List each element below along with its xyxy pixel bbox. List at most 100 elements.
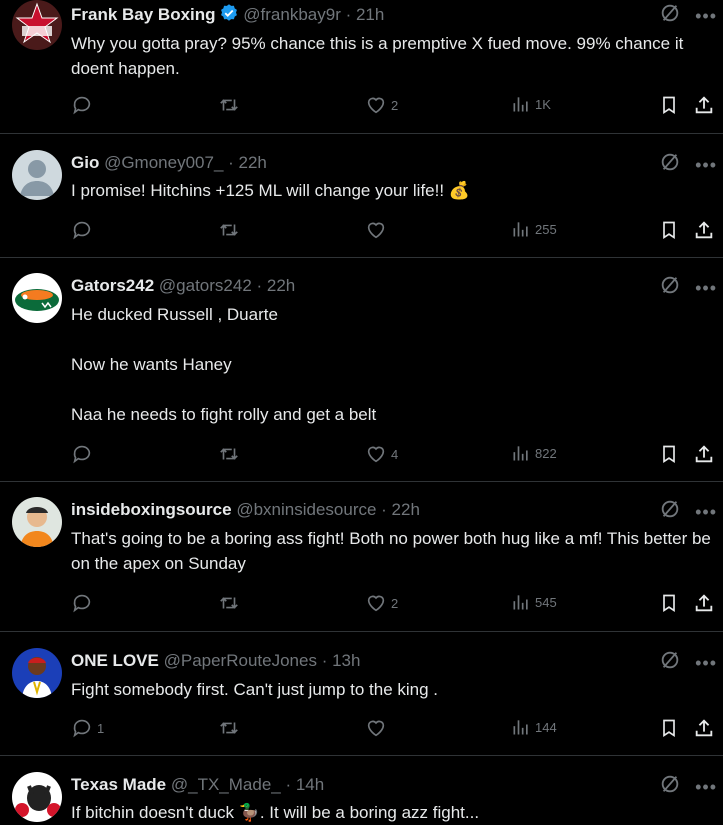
like-button[interactable]: 4 [365,443,398,465]
more-icon[interactable]: ••• [695,7,717,25]
reply-button[interactable] [71,94,97,116]
grok-icon[interactable] [659,274,681,301]
like-button[interactable] [365,219,391,241]
share-icon [693,443,715,465]
handle[interactable]: @bxninsidesource [236,500,376,519]
retweet-button[interactable] [217,219,241,241]
share-button[interactable] [693,219,715,241]
views-button[interactable]: 1K [511,94,551,114]
timestamp[interactable]: · 22h [228,153,267,172]
reply-icon [71,717,93,739]
tweet[interactable]: Texas Made @_TX_Made_ · 14h ••• If bitch… [0,756,723,822]
retweet-icon [217,592,241,614]
views-icon [511,94,531,114]
share-button[interactable] [693,592,715,614]
avatar[interactable] [12,150,62,200]
reply-button[interactable] [71,443,97,465]
tweet-header: Texas Made @_TX_Made_ · 14h [71,774,663,796]
avatar[interactable] [12,648,62,698]
handle[interactable]: @Gmoney007_ [104,153,223,172]
grok-icon[interactable] [659,773,681,800]
grok-icon[interactable] [659,2,681,29]
bookmark-button[interactable] [659,219,679,241]
retweet-button[interactable] [217,443,241,465]
grok-icon[interactable] [659,498,681,525]
like-button[interactable]: 2 [365,592,398,614]
tweet[interactable]: Gio @Gmoney007_ · 22h ••• I promise! Hit… [0,134,723,258]
bookmark-button[interactable] [659,717,679,739]
timestamp[interactable]: · 21h [346,5,385,24]
bookmark-button[interactable] [659,94,679,116]
timestamp[interactable]: · 22h [257,276,296,295]
bookmark-icon [659,717,679,739]
share-button[interactable] [693,443,715,465]
reply-button[interactable] [71,219,97,241]
tweet[interactable]: ONE LOVE @PaperRouteJones · 13h ••• Figh… [0,632,723,756]
display-name[interactable]: Frank Bay Boxing [71,5,216,24]
avatar[interactable] [12,497,62,547]
views-icon [511,443,531,463]
tweet-text: Why you gotta pray? 95% chance this is a… [71,34,689,78]
heart-icon [365,94,387,116]
share-button[interactable] [693,94,715,116]
retweet-icon [217,717,241,739]
grok-icon[interactable] [659,649,681,676]
tweet-text: I promise! Hitchins +125 ML will change … [71,181,470,200]
views-button[interactable]: 822 [511,443,557,463]
handle[interactable]: @frankbay9r [243,5,341,24]
display-name[interactable]: insideboxingsource [71,500,232,519]
verified-badge-icon [219,3,239,29]
bookmark-button[interactable] [659,443,679,465]
timestamp[interactable]: · 14h [285,775,324,794]
tweet-text: If bitchin doesn't duck 🦆. It will be a … [71,803,480,822]
bookmark-button[interactable] [659,592,679,614]
tweet-text: He ducked Russell , Duarte Now he wants … [71,305,377,424]
handle[interactable]: @_TX_Made_ [171,775,281,794]
retweet-button[interactable] [217,94,241,116]
tweet[interactable]: insideboxingsource @bxninsidesource · 22… [0,482,723,632]
avatar[interactable] [12,772,62,822]
display-name[interactable]: Texas Made [71,775,166,794]
tweet[interactable]: Gators242 @gators242 · 22h ••• He ducked… [0,258,723,482]
avatar[interactable] [12,0,62,50]
handle[interactable]: @PaperRouteJones [164,651,317,670]
tweet-header: Frank Bay Boxing @frankbay9r · 21h [71,3,663,29]
more-icon[interactable]: ••• [695,503,717,521]
avatar[interactable] [12,273,62,323]
tweet-header: ONE LOVE @PaperRouteJones · 13h [71,650,663,672]
tweet-text: That's going to be a boring ass fight! B… [71,529,716,573]
more-icon[interactable]: ••• [695,654,717,672]
grok-icon[interactable] [659,151,681,178]
views-button[interactable]: 545 [511,592,557,612]
views-icon [511,717,531,737]
retweet-button[interactable] [217,717,241,739]
display-name[interactable]: Gio [71,153,99,172]
timestamp[interactable]: · 22h [381,500,420,519]
display-name[interactable]: Gators242 [71,276,154,295]
display-name[interactable]: ONE LOVE [71,651,159,670]
share-icon [693,592,715,614]
heart-icon [365,443,387,465]
tweet-top-icons: ••• [659,274,717,301]
like-button[interactable]: 2 [365,94,398,116]
views-button[interactable]: 144 [511,717,557,737]
retweet-icon [217,219,241,241]
tweet-actions: 255 [71,219,717,243]
tweet-actions: 1 144 [71,717,717,741]
more-icon[interactable]: ••• [695,778,717,796]
tweet-top-icons: ••• [659,773,717,800]
heart-icon [365,592,387,614]
reply-button[interactable] [71,592,97,614]
tweet-header: Gio @Gmoney007_ · 22h [71,152,663,174]
handle[interactable]: @gators242 [159,276,252,295]
views-button[interactable]: 255 [511,219,557,239]
retweet-button[interactable] [217,592,241,614]
like-button[interactable] [365,717,391,739]
more-icon[interactable]: ••• [695,156,717,174]
share-button[interactable] [693,717,715,739]
share-icon [693,219,715,241]
more-icon[interactable]: ••• [695,279,717,297]
reply-button[interactable]: 1 [71,717,104,739]
timestamp[interactable]: · 13h [322,651,361,670]
tweet[interactable]: Frank Bay Boxing @frankbay9r · 21h ••• W… [0,0,723,134]
